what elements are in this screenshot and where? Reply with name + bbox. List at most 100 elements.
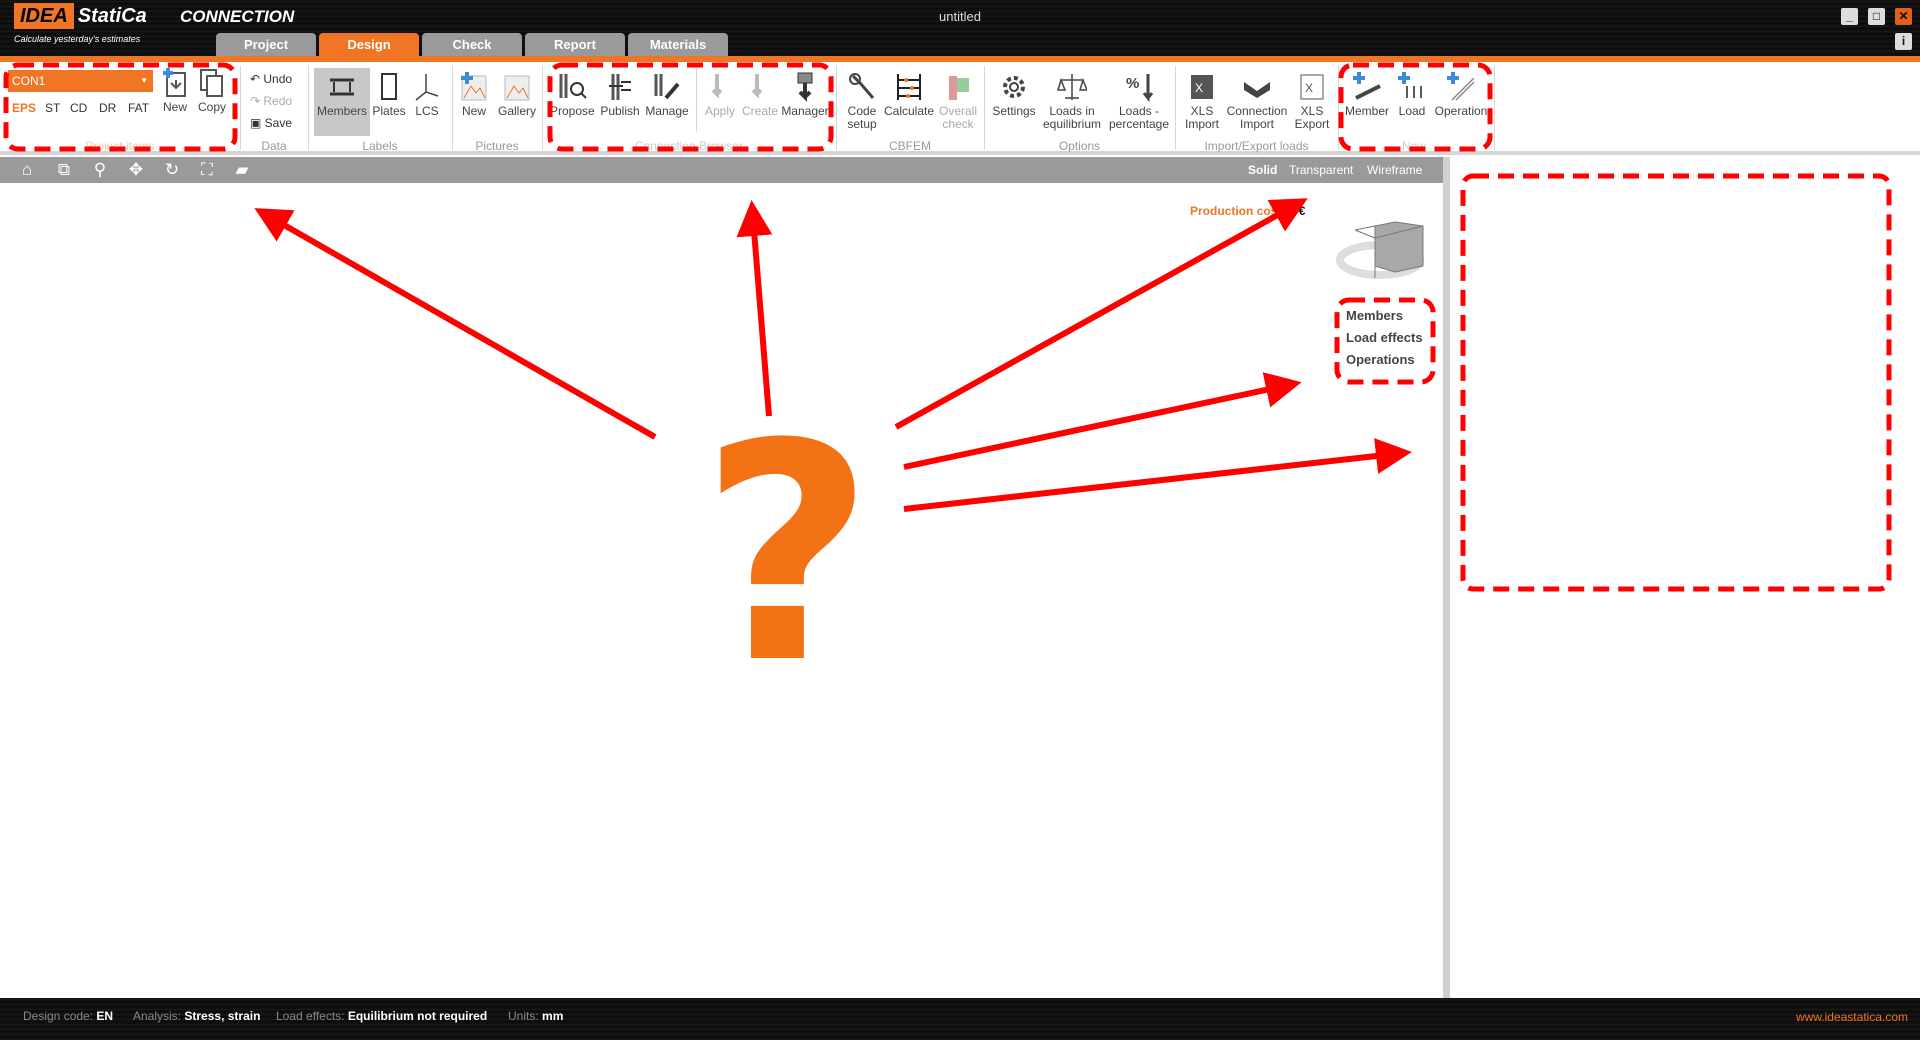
view-cube-icon[interactable] bbox=[1335, 210, 1425, 290]
picture-add-icon bbox=[461, 72, 487, 101]
tab-report[interactable]: Report bbox=[525, 33, 625, 57]
overall-check-icon bbox=[949, 76, 969, 100]
xls-export-button[interactable]: X XLS Export bbox=[1290, 68, 1334, 131]
svg-text:%: % bbox=[1126, 75, 1139, 92]
save-button[interactable]: ▣ Save bbox=[250, 116, 292, 130]
divider bbox=[542, 66, 543, 150]
type-cd[interactable]: CD bbox=[70, 101, 87, 115]
status-bar: Design code: EN Analysis: Stress, strain… bbox=[0, 998, 1920, 1040]
view-mode-transparent[interactable]: Transparent bbox=[1289, 163, 1353, 177]
divider bbox=[1175, 66, 1176, 150]
solid-beam-icon[interactable]: ▰ bbox=[232, 161, 252, 179]
code-setup-button[interactable]: Code setup bbox=[842, 68, 882, 131]
new-member-button[interactable]: Member bbox=[1342, 68, 1392, 118]
status-units: Units: mm bbox=[508, 1009, 564, 1023]
home-icon[interactable]: ⌂ bbox=[17, 161, 37, 179]
type-st[interactable]: ST bbox=[45, 101, 60, 115]
divider bbox=[696, 68, 697, 132]
manage-edit-icon bbox=[654, 74, 680, 100]
scale-icon bbox=[1057, 74, 1087, 100]
group-label-connection-browser: Connection Browser bbox=[634, 139, 744, 153]
new-picture-button[interactable]: New bbox=[456, 68, 492, 118]
zoom-icon[interactable]: ⚲ bbox=[90, 161, 110, 179]
gallery-icon bbox=[504, 75, 530, 101]
undo-button[interactable]: ↶ Undo bbox=[250, 72, 292, 86]
view-toolbar: ⌂ ⧉ ⚲ ✥ ↻ ⛶ ▰ Solid Transparent Wirefram… bbox=[0, 157, 1443, 183]
status-analysis: Analysis: Stress, strain bbox=[133, 1009, 261, 1023]
panel-splitter[interactable] bbox=[1443, 157, 1450, 998]
divider bbox=[836, 66, 837, 150]
pan-icon[interactable]: ✥ bbox=[126, 161, 146, 179]
loads-in-equilibrium-button[interactable]: Loads in equilibrium bbox=[1040, 68, 1104, 131]
minimize-button[interactable]: _ bbox=[1841, 8, 1858, 25]
gear-icon bbox=[1003, 76, 1025, 98]
divider bbox=[452, 66, 453, 150]
connection-import-button[interactable]: Connection Import bbox=[1224, 68, 1290, 131]
manage-button[interactable]: Manage bbox=[644, 68, 690, 118]
loads-percentage-button[interactable]: % Loads - percentage bbox=[1106, 68, 1172, 131]
gallery-button[interactable]: Gallery bbox=[496, 68, 538, 118]
nav-load-effects[interactable]: Load effects bbox=[1346, 327, 1423, 349]
labels-members-button[interactable]: Members bbox=[314, 68, 370, 136]
tab-check[interactable]: Check bbox=[422, 33, 522, 57]
create-button[interactable]: Create bbox=[740, 68, 780, 118]
xls-import-button[interactable]: X XLS Import bbox=[1180, 68, 1224, 131]
manager-icon bbox=[797, 72, 813, 102]
ribbon: CON1 ▼ EPS ST CD DR FAT New Copy Project … bbox=[0, 62, 1920, 155]
publish-button[interactable]: Publish bbox=[598, 68, 642, 118]
group-label-data: Data bbox=[261, 139, 287, 153]
manager-button[interactable]: Manager bbox=[780, 68, 830, 118]
divider bbox=[1338, 66, 1339, 150]
svg-text:X: X bbox=[1305, 81, 1313, 95]
connection-select[interactable]: CON1 ▼ bbox=[8, 70, 153, 92]
propose-button[interactable]: Propose bbox=[550, 68, 595, 118]
tab-design[interactable]: Design bbox=[319, 33, 419, 57]
type-eps[interactable]: EPS bbox=[12, 101, 36, 115]
create-arrow-icon bbox=[751, 74, 763, 99]
view-mode-wireframe[interactable]: Wireframe bbox=[1367, 163, 1422, 177]
type-fat[interactable]: FAT bbox=[128, 101, 149, 115]
chevron-down-icon: ▼ bbox=[140, 76, 148, 85]
rotate-icon[interactable]: ↻ bbox=[162, 161, 182, 179]
new-load-button[interactable]: Load bbox=[1394, 68, 1430, 118]
settings-button[interactable]: Settings bbox=[990, 68, 1038, 118]
wrench-icon bbox=[849, 73, 875, 99]
divider bbox=[1494, 66, 1495, 150]
question-mark-annotation: ? bbox=[700, 380, 875, 729]
labels-plates-button[interactable]: Plates bbox=[372, 68, 406, 118]
copy-item-button[interactable]: Copy bbox=[196, 68, 228, 114]
group-label-options: Options bbox=[1058, 139, 1101, 153]
tab-project[interactable]: Project bbox=[216, 33, 316, 57]
propose-search-icon bbox=[559, 74, 587, 99]
abacus-icon bbox=[897, 74, 921, 100]
redo-button[interactable]: ↷ Redo bbox=[250, 94, 292, 108]
divider bbox=[240, 66, 241, 150]
excel-export-icon: X bbox=[1300, 74, 1324, 100]
close-button[interactable]: ✕ bbox=[1895, 8, 1912, 25]
type-dr[interactable]: DR bbox=[99, 101, 116, 115]
slogan: Calculate yesterday's estimates bbox=[14, 34, 141, 44]
excel-icon: X bbox=[1191, 75, 1213, 99]
group-label-import-export: Import/Export loads bbox=[1204, 139, 1309, 153]
production-cost: Production cost: 0 € bbox=[1190, 204, 1306, 218]
new-operation-button[interactable]: Operation bbox=[1432, 68, 1490, 118]
info-button[interactable]: i bbox=[1895, 33, 1912, 50]
overall-check-button[interactable]: Overall check bbox=[936, 68, 980, 131]
connection-import-icon bbox=[1244, 82, 1270, 98]
maximize-button[interactable]: □ bbox=[1868, 8, 1885, 25]
website-link[interactable]: www.ideastatica.com bbox=[1796, 1010, 1908, 1024]
plates-icon bbox=[381, 73, 397, 100]
document-title: untitled bbox=[939, 9, 981, 24]
tab-materials[interactable]: Materials bbox=[628, 33, 728, 57]
calculate-button[interactable]: Calculate bbox=[884, 68, 934, 118]
new-document-icon bbox=[163, 68, 186, 97]
zoom-window-icon[interactable]: ⧉ bbox=[54, 161, 74, 179]
view-mode-solid[interactable]: Solid bbox=[1248, 163, 1277, 177]
new-item-button[interactable]: New bbox=[160, 68, 190, 114]
nav-members[interactable]: Members bbox=[1346, 305, 1423, 327]
labels-lcs-button[interactable]: LCS bbox=[410, 68, 444, 118]
group-label-project-items: Project items bbox=[85, 139, 155, 153]
fullscreen-icon[interactable]: ⛶ bbox=[197, 161, 217, 179]
apply-button[interactable]: Apply bbox=[700, 68, 740, 118]
nav-operations[interactable]: Operations bbox=[1346, 349, 1423, 371]
